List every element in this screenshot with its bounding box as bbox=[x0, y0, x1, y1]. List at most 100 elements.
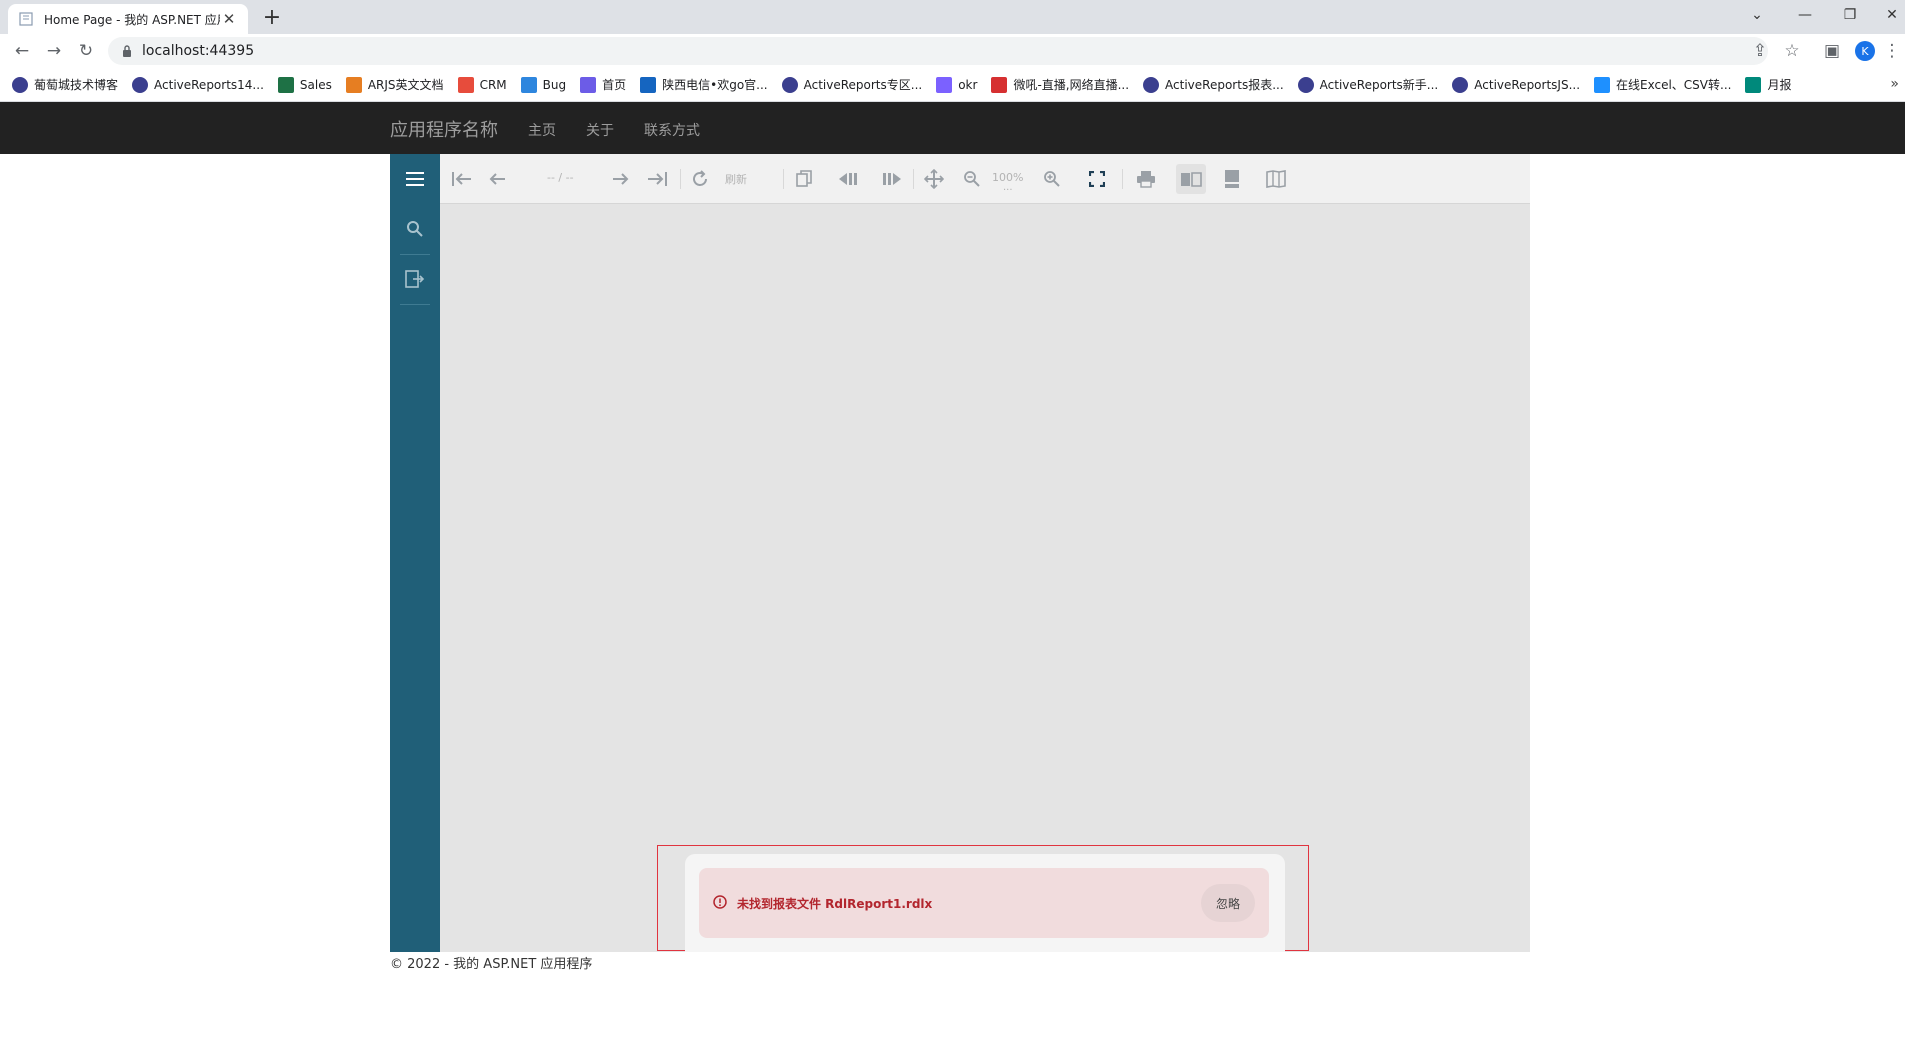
bookmark-item[interactable]: 微吼-直播,网络直播... bbox=[991, 76, 1129, 93]
bookmark-label: 首页 bbox=[602, 78, 627, 92]
activereports-icon bbox=[1452, 76, 1469, 93]
bookmark-item[interactable]: ActiveReports14... bbox=[132, 76, 264, 93]
share-icon[interactable]: ⇪ bbox=[1748, 39, 1772, 63]
more-bookmarks-icon[interactable]: » bbox=[1890, 76, 1899, 92]
b-icon bbox=[1594, 76, 1611, 93]
print-icon[interactable] bbox=[1134, 167, 1158, 191]
bookmark-label: ARJS英文文档 bbox=[367, 78, 444, 92]
profile-avatar[interactable]: K bbox=[1853, 39, 1877, 63]
refresh-icon[interactable] bbox=[688, 167, 712, 191]
cover-view-icon[interactable] bbox=[1264, 167, 1288, 191]
search-icon[interactable] bbox=[390, 204, 440, 254]
activereports-icon bbox=[12, 76, 28, 93]
okr-icon bbox=[936, 76, 953, 93]
bookmark-item[interactable]: ARJS英文文档 bbox=[345, 76, 444, 93]
menu-kebab-icon[interactable]: ⋮ bbox=[1880, 39, 1904, 63]
bookmark-label: ActiveReports新手... bbox=[1319, 78, 1439, 92]
reload-icon[interactable]: ↻ bbox=[74, 39, 98, 63]
activereports-icon bbox=[1297, 76, 1314, 93]
page-indicator[interactable]: -- / -- bbox=[547, 171, 574, 184]
previous-section-icon[interactable] bbox=[836, 167, 860, 191]
pan-move-icon[interactable] bbox=[922, 167, 946, 191]
zoom-out-icon[interactable] bbox=[960, 167, 984, 191]
fullscreen-icon[interactable] bbox=[1085, 167, 1109, 191]
nav-link-contact[interactable]: 联系方式 bbox=[644, 120, 700, 140]
zoom-more[interactable]: ... bbox=[1003, 182, 1013, 193]
star-icon[interactable]: ☆ bbox=[1780, 39, 1804, 63]
error-card: 未找到报表文件 RdlReport1.rdlx 忽略 bbox=[685, 854, 1285, 952]
windows-icon bbox=[457, 76, 474, 93]
forward-arrow-icon[interactable]: → bbox=[42, 39, 66, 63]
bookmark-label: ActiveReports14... bbox=[154, 77, 264, 92]
bookmark-item[interactable]: Bug bbox=[520, 76, 567, 93]
bookmark-item[interactable]: 首页 bbox=[580, 76, 626, 93]
back-arrow-icon[interactable]: ← bbox=[10, 39, 34, 63]
bookmark-label: ActiveReportsJS... bbox=[1474, 77, 1581, 92]
error-panel: 未找到报表文件 RdlReport1.rdlx 忽略 bbox=[657, 845, 1309, 952]
browser-tab[interactable]: Home Page - 我的 ASP.NET 应用程序 ✕ bbox=[8, 4, 248, 34]
nav-link-home[interactable]: 主页 bbox=[528, 120, 556, 140]
tab-search-chevron-icon[interactable]: ⌄ bbox=[1742, 4, 1772, 28]
next-page-icon[interactable] bbox=[608, 167, 632, 191]
telecom-icon bbox=[640, 76, 657, 93]
bookmark-item[interactable]: CRM bbox=[457, 76, 507, 93]
bookmark-item[interactable]: 陕西电信•欢go官... bbox=[640, 76, 768, 93]
profile-initial: K bbox=[1855, 41, 1875, 61]
bookmark-label: 葡萄城技术博客 bbox=[34, 78, 119, 92]
page-footer: © 2022 - 我的 ASP.NET 应用程序 bbox=[390, 957, 593, 972]
bookmark-item[interactable]: ActiveReports报表... bbox=[1143, 76, 1284, 93]
bookmark-label: ActiveReports专区... bbox=[803, 78, 923, 92]
hamburger-menu-icon[interactable] bbox=[390, 154, 440, 204]
next-section-icon[interactable] bbox=[880, 167, 904, 191]
toolbar-divider bbox=[680, 169, 681, 189]
page-favicon-icon bbox=[18, 11, 34, 27]
viewer-sidebar bbox=[390, 154, 440, 952]
close-window-button[interactable]: ✕ bbox=[1880, 4, 1904, 28]
bookmark-item[interactable]: ActiveReports新手... bbox=[1297, 76, 1439, 93]
first-page-icon[interactable] bbox=[450, 167, 474, 191]
bookmark-label: 陕西电信•欢go官... bbox=[662, 78, 768, 92]
bookmark-item[interactable]: okr bbox=[936, 76, 978, 93]
new-tab-button[interactable]: + bbox=[260, 6, 284, 30]
export-icon[interactable] bbox=[390, 254, 440, 304]
omnibox[interactable]: localhost:44395 bbox=[108, 37, 1768, 65]
bookmark-item[interactable]: 葡萄城技术博客 bbox=[12, 76, 118, 93]
site-navbar: 应用程序名称 主页 关于 联系方式 bbox=[0, 102, 1905, 154]
bookmark-label: okr bbox=[958, 77, 978, 92]
lock-icon bbox=[122, 42, 132, 61]
bookmarks-bar: 葡萄城技术博客 ActiveReports14... Sales ARJS英文文档 CR… bbox=[0, 68, 1905, 102]
minimize-button[interactable]: — bbox=[1790, 4, 1820, 28]
single-page-view-icon[interactable] bbox=[1176, 164, 1206, 194]
bookmark-item[interactable]: ActiveReports专区... bbox=[781, 76, 923, 93]
excel-icon bbox=[277, 76, 294, 93]
zoom-in-icon[interactable] bbox=[1040, 167, 1064, 191]
bookmark-item[interactable]: 月报 bbox=[1745, 76, 1791, 93]
bookmark-label: 在线Excel、CSV转... bbox=[1616, 78, 1732, 92]
bookmark-item[interactable]: ActiveReportsJS... bbox=[1452, 76, 1581, 93]
url-text: localhost:44395 bbox=[142, 43, 255, 59]
dismiss-button[interactable]: 忽略 bbox=[1201, 884, 1255, 922]
bookmark-label: CRM bbox=[479, 77, 507, 92]
sidebar-divider bbox=[400, 304, 430, 305]
diamond-icon bbox=[520, 76, 537, 93]
refresh-label[interactable]: 刷新 bbox=[725, 171, 747, 187]
side-panel-icon[interactable]: ▣ bbox=[1820, 39, 1844, 63]
restore-button[interactable]: ❐ bbox=[1835, 4, 1865, 28]
last-page-icon[interactable] bbox=[645, 167, 669, 191]
galley-mode-icon[interactable] bbox=[792, 167, 816, 191]
bookmark-label: Bug bbox=[542, 77, 567, 92]
bookmark-item[interactable]: 在线Excel、CSV转... bbox=[1594, 76, 1731, 93]
continuous-view-icon[interactable] bbox=[1220, 167, 1244, 191]
brand-link[interactable]: 应用程序名称 bbox=[390, 116, 498, 142]
page-icon bbox=[580, 76, 597, 93]
vhall-icon bbox=[991, 76, 1008, 93]
arjs-icon bbox=[345, 76, 362, 93]
bookmark-item[interactable]: Sales bbox=[277, 76, 332, 93]
nav-link-about[interactable]: 关于 bbox=[586, 120, 614, 140]
error-message-box: 未找到报表文件 RdlReport1.rdlx 忽略 bbox=[699, 868, 1269, 938]
previous-page-icon[interactable] bbox=[486, 167, 510, 191]
browser-tab-strip: Home Page - 我的 ASP.NET 应用程序 ✕ + ⌄ — ❐ ✕ bbox=[0, 0, 1905, 34]
address-bar-row: ← → ↻ localhost:44395 ⇪ ☆ ▣ K ⋮ bbox=[0, 34, 1905, 68]
close-tab-icon[interactable]: ✕ bbox=[220, 10, 238, 28]
bookmark-label: 月报 bbox=[1767, 78, 1792, 92]
